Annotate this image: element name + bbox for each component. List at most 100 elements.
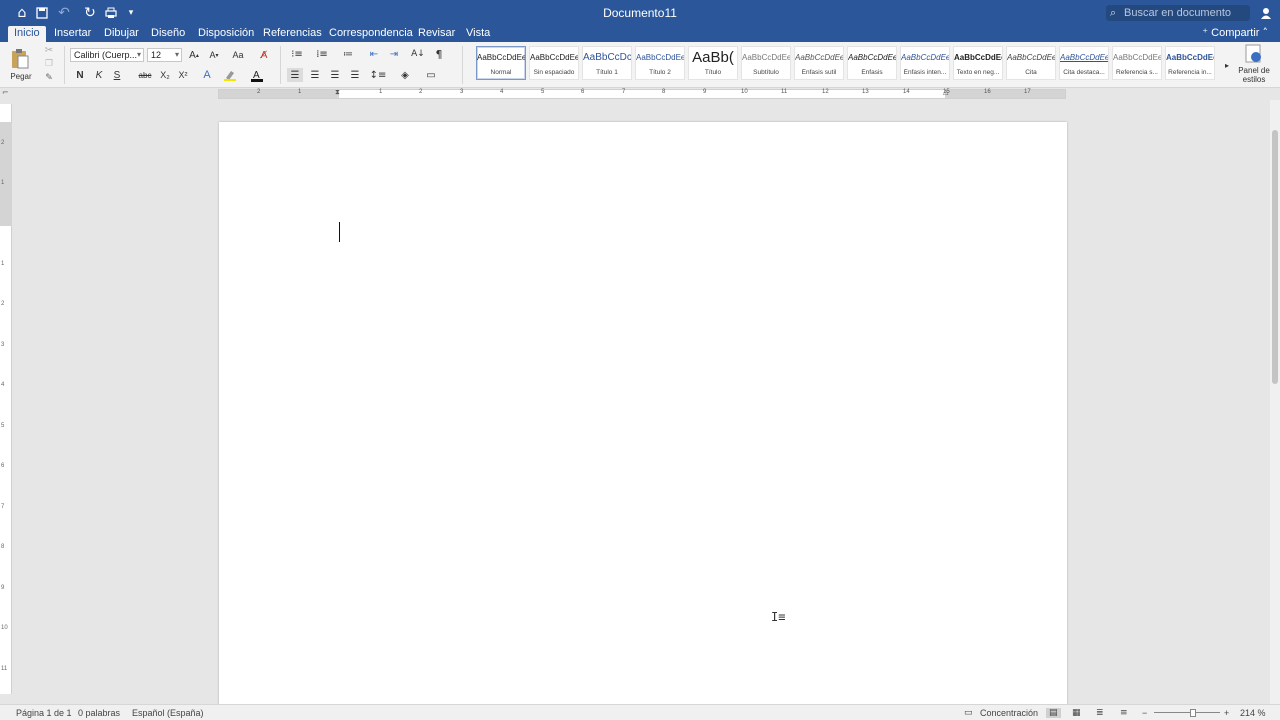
home-icon[interactable]: ⌂ [12, 3, 32, 23]
style-titulo-1[interactable]: AaBbCcDc Título 1 [582, 46, 632, 80]
zoom-level[interactable]: 214 % [1240, 708, 1266, 718]
style-enfasis[interactable]: AaBbCcDdEe Énfasis [847, 46, 897, 80]
style-texto-negrita[interactable]: AaBbCcDdEe Texto en neg... [953, 46, 1003, 80]
clear-formatting-icon[interactable]: A̸ [256, 48, 272, 62]
font-size-combo[interactable]: 12 ▾ [147, 48, 182, 62]
zoom-out-button[interactable]: − [1142, 708, 1147, 718]
tab-insertar[interactable]: Insertar [48, 26, 97, 42]
font-name-combo[interactable]: Calibri (Cuerp... ▾ [70, 48, 144, 62]
font-color-icon[interactable]: A [250, 68, 264, 82]
vruler-top-margin [0, 122, 12, 226]
subscript-button[interactable]: X₂ [158, 68, 172, 82]
save-icon[interactable] [32, 3, 52, 23]
tab-inicio[interactable]: Inicio [8, 26, 46, 42]
focus-mode-button[interactable]: Concentración [980, 708, 1038, 718]
add-person-icon: ⁺ [1202, 26, 1209, 39]
language-status[interactable]: Español (España) [132, 708, 204, 718]
web-layout-icon[interactable]: ▦ [1072, 708, 1081, 718]
underline-button[interactable]: S [111, 68, 123, 82]
print-icon[interactable] [101, 3, 121, 23]
pilcrow-icon[interactable]: ¶ [432, 47, 446, 61]
scrollbar-thumb[interactable] [1272, 130, 1278, 384]
style-titulo[interactable]: AaBb( Título [688, 46, 738, 80]
shading-icon[interactable]: ◈ [396, 68, 414, 82]
search-input[interactable]: ⌕ Buscar en documento [1106, 5, 1250, 21]
borders-icon[interactable]: ▭ [420, 68, 442, 82]
user-icon[interactable] [1256, 3, 1276, 23]
shrink-font-icon[interactable]: A ▾ [206, 48, 222, 62]
text-effects-icon[interactable]: A [200, 68, 214, 82]
tab-revisar[interactable]: Revisar [412, 26, 461, 42]
tab-referencias[interactable]: Referencias [257, 26, 328, 42]
style-enfasis-sutil[interactable]: AaBbCcDdEe Énfasis sutil [794, 46, 844, 80]
highlight-icon[interactable] [222, 68, 238, 82]
strikethrough-button[interactable]: abc [136, 68, 154, 82]
style-subtitulo[interactable]: AaBbCcDdEe Subtítulo [741, 46, 791, 80]
styles-pane-button[interactable]: Panel de estilos [1234, 44, 1274, 86]
outline-view-icon[interactable]: ≣ [1096, 708, 1104, 718]
justify-icon[interactable]: ☰ [347, 68, 363, 82]
superscript-button[interactable]: X² [176, 68, 190, 82]
share-button[interactable]: ⁺ Compartir ˄ [1202, 26, 1268, 40]
print-layout-icon[interactable]: ▤ [1046, 708, 1061, 718]
page-count[interactable]: Página 1 de 1 [16, 708, 72, 718]
numbering-icon[interactable]: ⁞≡ [312, 47, 332, 61]
multilevel-list-icon[interactable]: ≔ [338, 47, 358, 61]
gallery-more-icon[interactable]: ▸ [1222, 58, 1232, 72]
undo-icon[interactable]: ↶ [54, 3, 74, 23]
tab-diseno[interactable]: Diseño [145, 26, 191, 42]
tab-vista[interactable]: Vista [460, 26, 496, 42]
bold-button[interactable]: N [74, 68, 86, 82]
align-right-icon[interactable]: ☰ [327, 68, 343, 82]
style-referencia-intensa[interactable]: AaBbCcDdEe Referencia in... [1165, 46, 1215, 80]
sort-icon[interactable]: A↓ [410, 47, 426, 61]
grow-font-icon[interactable]: A ▴ [186, 48, 202, 62]
horizontal-ruler[interactable]: 2 1 1 2 3 4 5 6 7 8 9 10 11 12 13 14 15 … [218, 88, 1066, 99]
styles-pane-label-1: Panel de [1238, 66, 1270, 75]
tab-disposicion[interactable]: Disposición [192, 26, 260, 42]
style-titulo-2[interactable]: AaBbCcDdEe Título 2 [635, 46, 685, 80]
collapse-ribbon-icon[interactable]: ˄ [1263, 26, 1269, 39]
vruler-number: 4 [1, 382, 5, 388]
copy-icon[interactable]: ❐ [42, 58, 56, 70]
vertical-ruler[interactable]: 2 1 1 2 3 4 5 6 7 8 9 10 11 [0, 104, 12, 694]
word-count[interactable]: 0 palabras [78, 708, 120, 718]
style-normal[interactable]: AaBbCcDdEe Normal [476, 46, 526, 80]
vertical-scrollbar[interactable] [1270, 100, 1280, 704]
title-bar: ⌂ ↶ ↻ ▾ Documento11 ⌕ Buscar en document… [0, 0, 1280, 26]
document-page[interactable]: I≡ [219, 122, 1067, 706]
left-indent-marker[interactable]: ⧗ [335, 88, 340, 97]
zoom-in-button[interactable]: + [1224, 708, 1229, 718]
style-cita-destacada[interactable]: AaBbCcDdEe Cita destaca... [1059, 46, 1109, 80]
zoom-slider-thumb[interactable] [1190, 709, 1196, 717]
tab-selector-icon[interactable]: ⌐ [2, 88, 9, 97]
italic-button[interactable]: K [93, 68, 105, 82]
redo-icon[interactable]: ↻ [80, 3, 100, 23]
draft-view-icon[interactable]: ≡ [1120, 708, 1128, 718]
decrease-indent-icon[interactable]: ⇤ [366, 47, 382, 61]
align-left-icon[interactable]: ☰ [287, 68, 303, 82]
right-indent-marker[interactable]: △ [943, 88, 948, 96]
style-enfasis-intenso[interactable]: AaBbCcDdEe Énfasis inten... [900, 46, 950, 80]
tab-correspondencia[interactable]: Correspondencia [323, 26, 419, 42]
paste-button[interactable] [6, 46, 34, 72]
align-center-icon[interactable]: ☰ [307, 68, 323, 82]
increase-indent-icon[interactable]: ⇥ [386, 47, 402, 61]
line-spacing-icon[interactable]: ↕≡ [368, 68, 388, 82]
cut-icon[interactable]: ✂ [42, 44, 56, 56]
format-painter-icon[interactable]: ✎ [42, 72, 56, 84]
style-referencia-sutil[interactable]: AaBbCcDdEe Referencia s... [1112, 46, 1162, 80]
divider [64, 46, 65, 84]
tab-dibujar[interactable]: Dibujar [98, 26, 145, 42]
zoom-slider[interactable] [1154, 712, 1220, 713]
bullets-icon[interactable]: ⁝≡ [287, 47, 307, 61]
customize-toolbar-icon[interactable]: ▾ [121, 3, 141, 23]
style-cita[interactable]: AaBbCcDdEe Cita [1006, 46, 1056, 80]
vruler-number: 2 [1, 140, 5, 146]
change-case-icon[interactable]: Aa [228, 48, 248, 62]
ruler-number: 8 [662, 89, 666, 95]
vruler-number: 2 [1, 301, 5, 307]
vruler-number: 1 [1, 180, 5, 186]
style-name: Énfasis [861, 69, 883, 76]
style-sin-espaciado[interactable]: AaBbCcDdEe Sin espaciado [529, 46, 579, 80]
